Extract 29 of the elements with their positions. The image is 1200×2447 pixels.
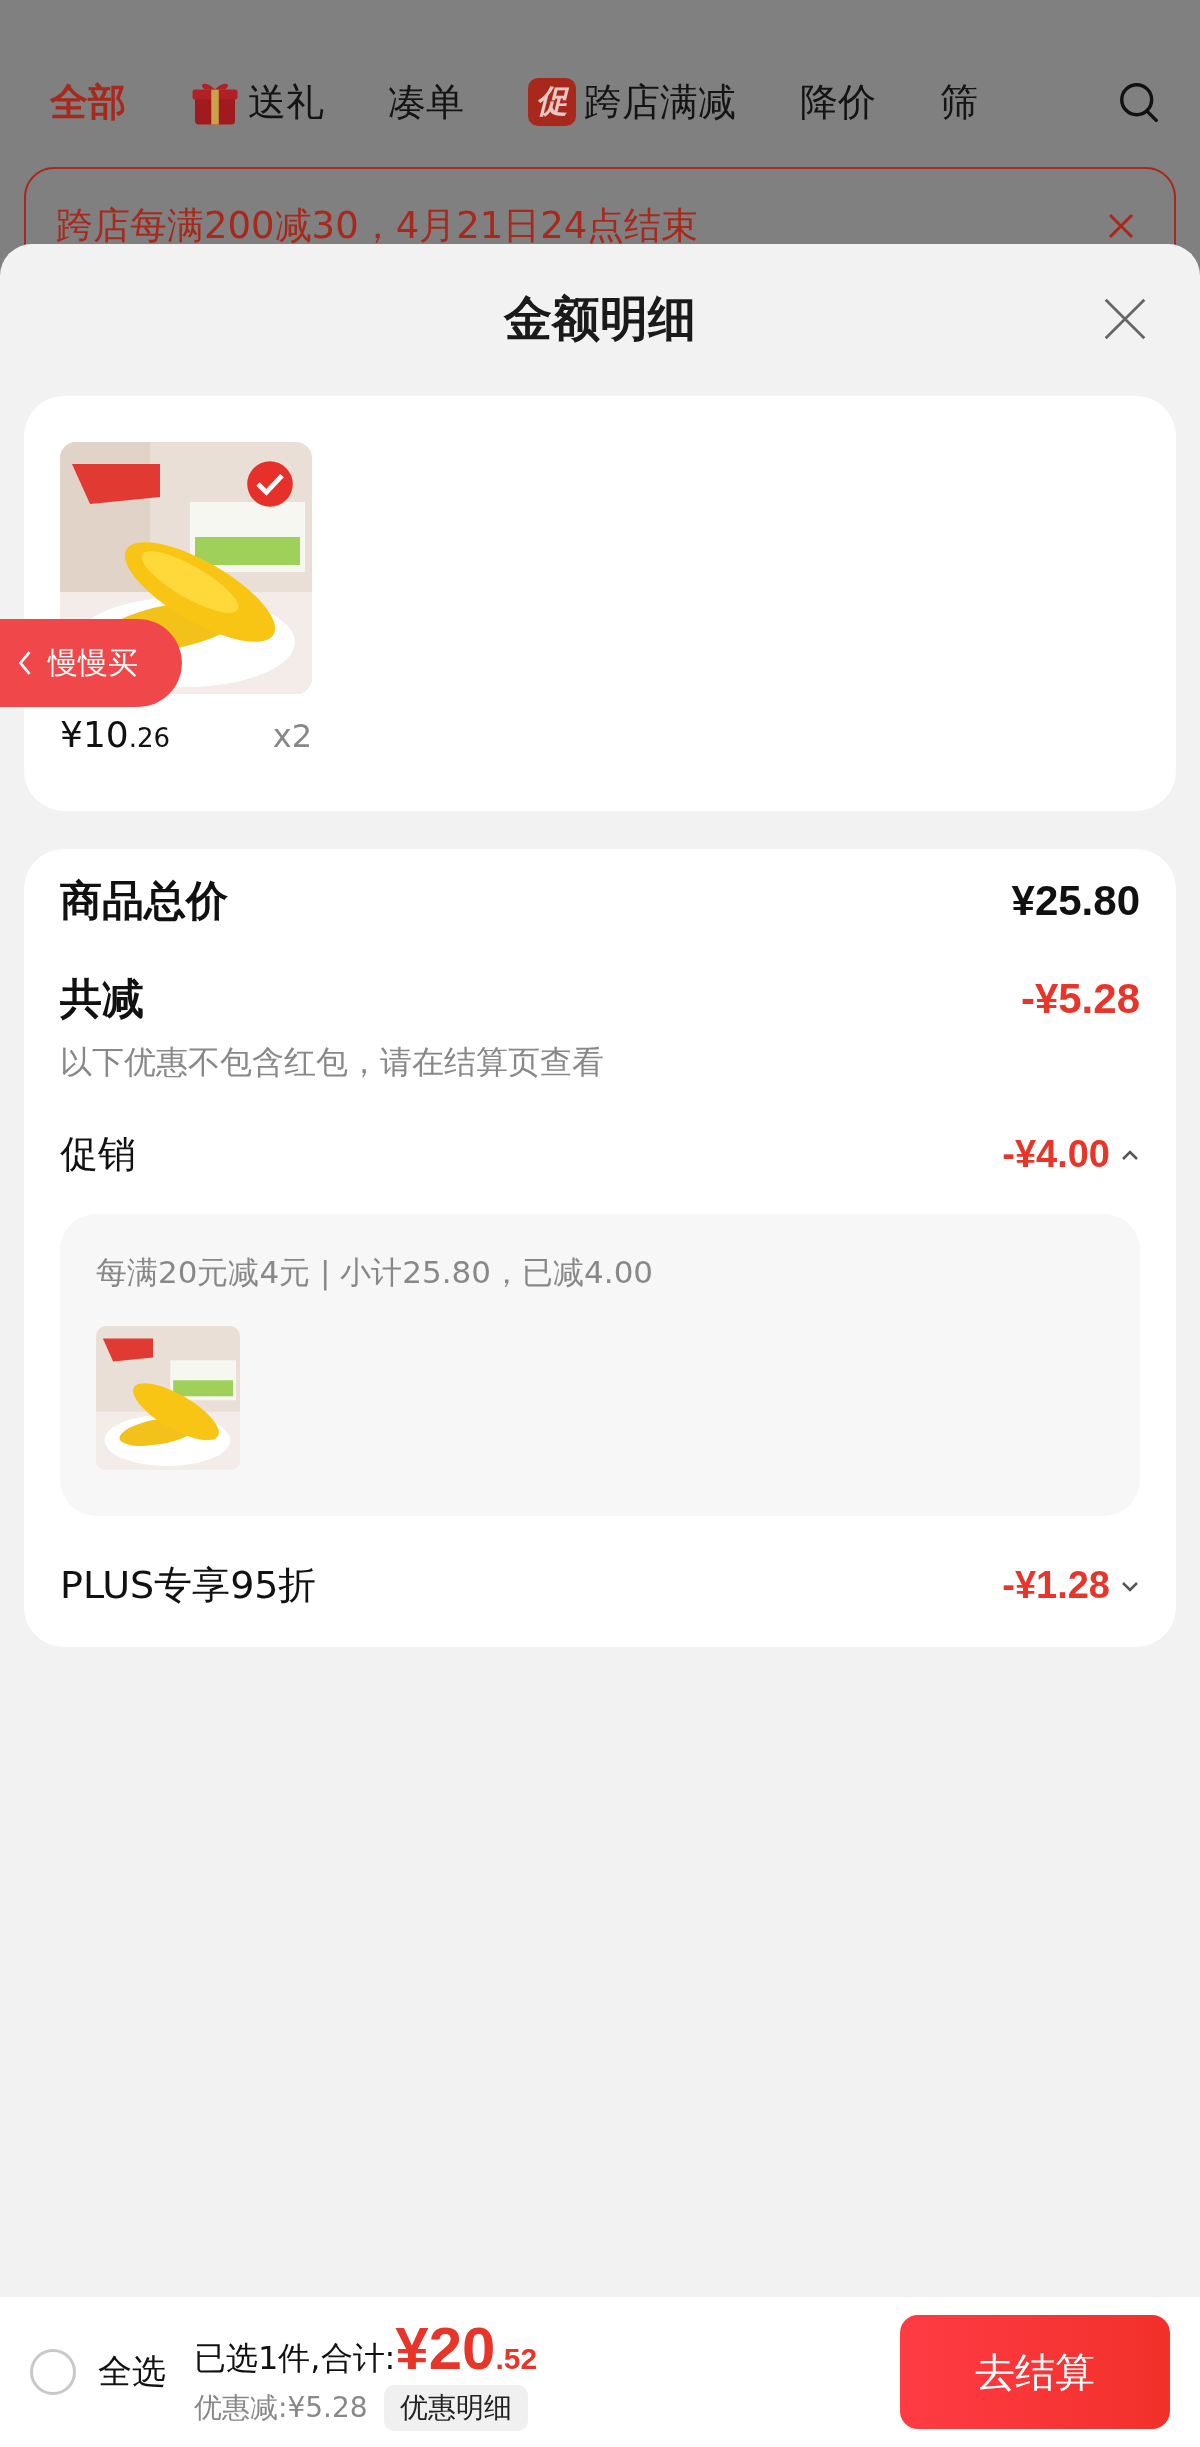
quantity: x2 xyxy=(272,717,312,755)
category-tab[interactable]: 筛 xyxy=(940,76,978,128)
promotion-row[interactable]: 促销 -¥4.00 xyxy=(60,1129,1140,1180)
total-amount: ¥25.80 xyxy=(1011,877,1140,925)
side-tab-label: 慢慢买 xyxy=(48,643,138,682)
promo-badge: 促 xyxy=(528,78,576,126)
item-price: ¥10.26 xyxy=(60,714,171,755)
category-tab[interactable]: 凑单 xyxy=(388,76,464,128)
close-icon[interactable] xyxy=(1102,296,1148,342)
saved-amount: 优惠减:¥5.28 xyxy=(194,2389,368,2426)
check-icon[interactable] xyxy=(246,460,294,508)
details-button[interactable]: 优惠明细 xyxy=(383,2384,528,2431)
sheet-title: 金额明细 xyxy=(504,289,696,348)
discount-label: 共减 xyxy=(60,973,144,1025)
category-tab[interactable]: 促 跨店满减 xyxy=(528,76,736,128)
select-all-label[interactable]: 全选 xyxy=(98,2349,166,2395)
radio-button[interactable] xyxy=(30,2349,76,2395)
discount-amount: -¥5.28 xyxy=(1020,975,1140,1023)
banner-text: 跨店每满200减30，4月21日24点结束 xyxy=(56,203,700,249)
total-label: 商品总价 xyxy=(60,875,228,927)
side-tab[interactable]: 慢慢买 xyxy=(0,619,182,707)
checkout-button[interactable]: 去结算 xyxy=(900,2315,1170,2429)
discount-note: 以下优惠不包含红包，请在结算页查看 xyxy=(60,1042,605,1083)
category-tab[interactable]: 降价 xyxy=(800,76,876,128)
promotion-row[interactable]: PLUS专享95折 -¥1.28 xyxy=(60,1560,1140,1611)
total-price: ¥20.52 xyxy=(395,2313,538,2383)
selected-summary: 已选1件,合计: xyxy=(194,2338,396,2379)
category-tab[interactable]: 送礼 xyxy=(190,76,324,128)
promotion-rule: 每满20元减4元 | 小计25.80，已减4.00 xyxy=(96,1253,655,1293)
